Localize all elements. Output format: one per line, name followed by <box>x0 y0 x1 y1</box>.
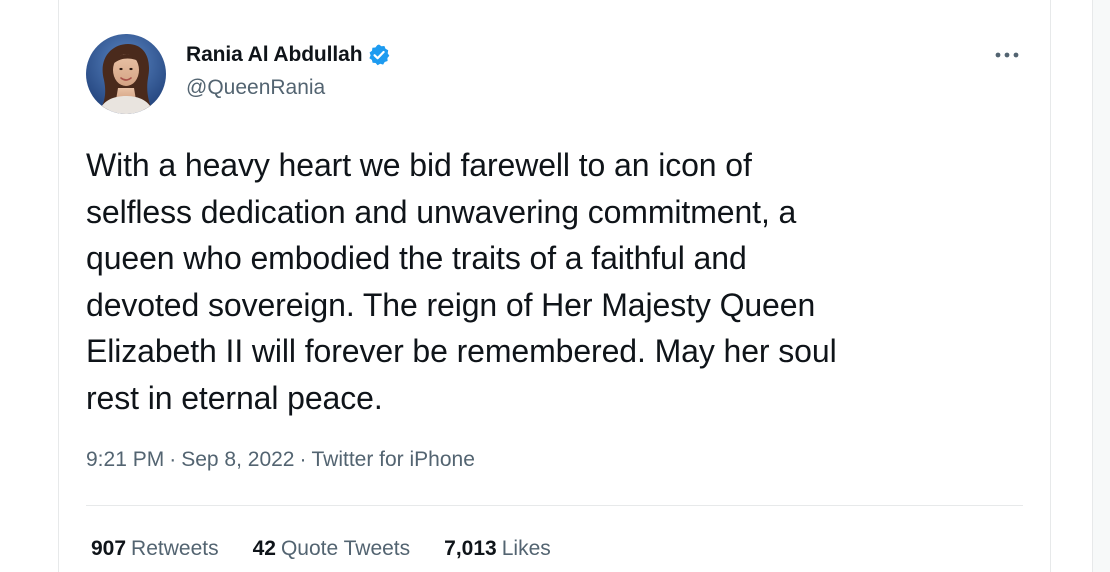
quote-tweets-stat[interactable]: 42 Quote Tweets <box>253 537 411 561</box>
timeline-right-border <box>1050 0 1051 572</box>
verified-badge-icon[interactable] <box>367 43 391 67</box>
likes-count: 7,013 <box>444 537 497 560</box>
tweet-screenshot: Rania Al Abdullah @QueenRania With a hea… <box>0 0 1110 572</box>
more-horizontal-icon <box>995 52 1019 58</box>
stats-divider-top <box>86 505 1023 506</box>
quote-tweets-label: Quote Tweets <box>280 537 411 560</box>
likes-stat[interactable]: 7,013 Likes <box>444 537 551 561</box>
retweets-count: 907 <box>91 537 127 560</box>
tweet-text: With a heavy heart we bid farewell to an… <box>86 147 837 416</box>
retweets-stat[interactable]: 907 Retweets <box>91 537 219 561</box>
author-display-name[interactable]: Rania Al Abdullah <box>186 43 363 67</box>
meta-separator: · <box>299 448 307 471</box>
quote-tweets-count: 42 <box>252 537 276 560</box>
tweet-source[interactable]: Twitter for iPhone <box>311 448 474 472</box>
sidebar-edge <box>1092 0 1110 572</box>
more-options-button[interactable] <box>987 38 1027 72</box>
author-handle[interactable]: @QueenRania <box>186 76 325 100</box>
retweets-label: Retweets <box>131 537 219 560</box>
engagement-stats: 907 Retweets 42 Quote Tweets 7,013 Likes <box>91 537 585 561</box>
tweet-timestamp-row: 9:21 PM · Sep 8, 2022 · Twitter for iPho… <box>86 448 475 472</box>
likes-label: Likes <box>501 537 551 560</box>
tweet-time[interactable]: 9:21 PM <box>86 448 164 472</box>
author-name-row[interactable]: Rania Al Abdullah <box>186 41 391 69</box>
meta-separator: · <box>169 448 177 471</box>
timeline-left-border <box>58 0 59 572</box>
tweet-date[interactable]: Sep 8, 2022 <box>181 448 294 472</box>
avatar[interactable] <box>86 34 166 114</box>
profile-photo-icon <box>86 34 166 114</box>
